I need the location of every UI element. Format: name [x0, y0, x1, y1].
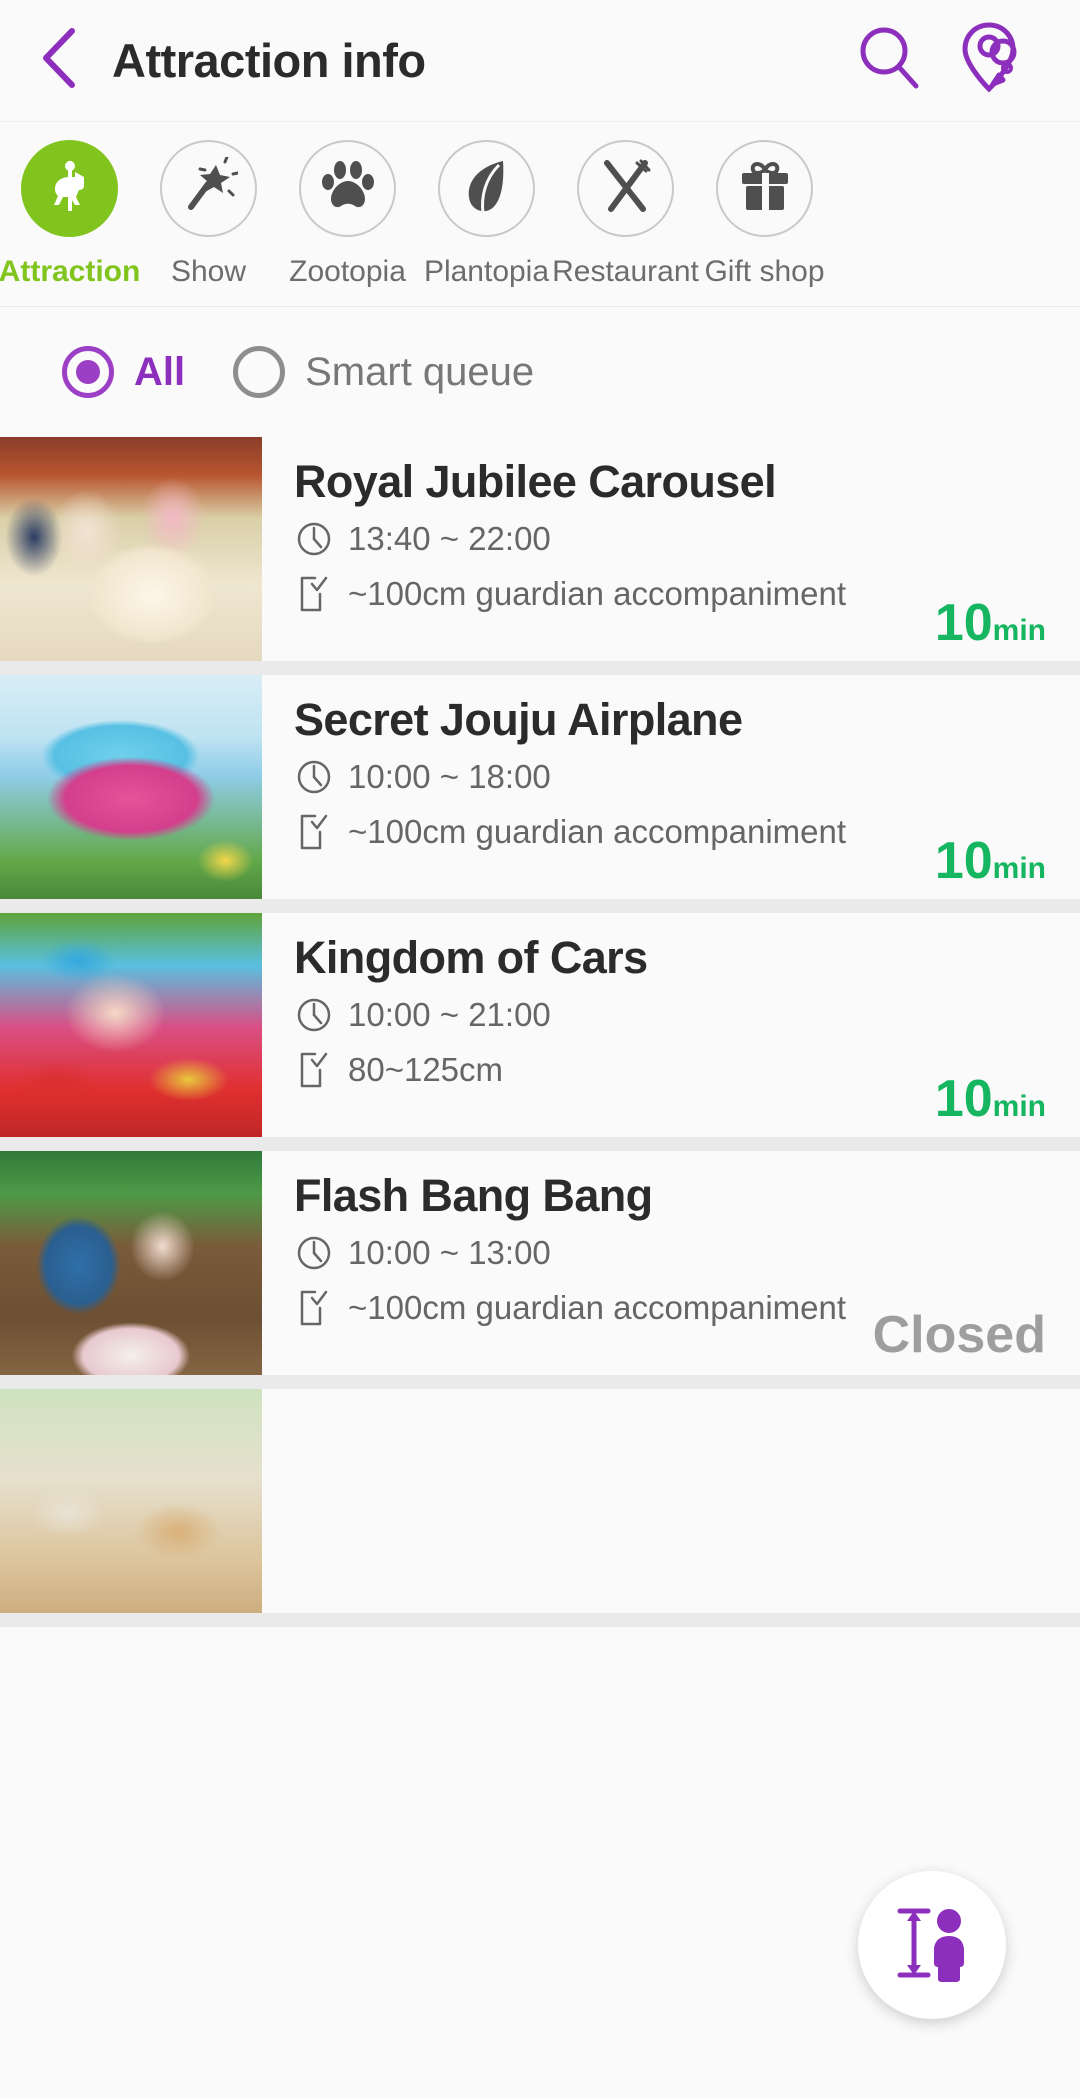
wait-time-value: 10 — [934, 1070, 993, 1128]
attraction-name: Kingdom of Cars — [294, 932, 648, 983]
page-title: Attraction info — [112, 34, 426, 87]
category-label: Zootopia — [289, 255, 406, 288]
attraction-thumbnail — [0, 675, 262, 899]
attraction-restriction: ~100cm guardian accompaniment — [348, 813, 847, 850]
attraction-details: Secret Jouju Airplane 10:00 ~ 18:00 ~100… — [262, 675, 1080, 899]
header-actions — [846, 18, 1080, 104]
magic-wand-icon — [180, 155, 239, 220]
map-button[interactable] — [952, 18, 1038, 104]
category-icon-wrap — [160, 140, 257, 237]
height-rule-icon — [294, 574, 334, 614]
category-tab-show[interactable]: Show — [139, 140, 278, 289]
map-pin-icon — [959, 19, 1031, 102]
category-tab-gift-shop[interactable]: Gift shop — [695, 140, 834, 289]
category-icon-wrap — [21, 140, 118, 237]
category-label: Gift shop — [704, 255, 825, 288]
attraction-hours-row: 10:00 ~ 21:00 — [294, 996, 1046, 1034]
filter-label-all: All — [134, 349, 186, 394]
clock-icon — [294, 1235, 334, 1271]
filter-option-all[interactable]: All — [62, 346, 185, 398]
attraction-restriction: ~100cm guardian accompaniment — [348, 575, 847, 612]
wait-time-unit: min — [992, 1090, 1046, 1123]
wait-time-value: 10 — [934, 594, 993, 652]
search-icon — [853, 22, 925, 99]
category-icon-wrap — [577, 140, 674, 237]
height-rule-icon — [294, 1288, 334, 1328]
attraction-thumbnail — [0, 437, 262, 661]
category-icon-wrap — [438, 140, 535, 237]
attraction-details — [262, 1389, 1080, 1613]
wait-time-badge: 10min — [935, 1069, 1046, 1129]
fork-knife-icon — [597, 157, 655, 220]
wait-time-badge: 10min — [935, 831, 1046, 891]
attraction-hours: 13:40 ~ 22:00 — [348, 520, 551, 557]
height-rule-icon — [294, 812, 334, 852]
clock-icon — [294, 521, 334, 557]
chevron-left-icon — [38, 27, 82, 94]
category-tab-attraction[interactable]: Attraction — [0, 140, 141, 289]
category-tab-plantopia[interactable]: Plantopia — [417, 140, 556, 289]
gift-box-icon — [736, 157, 794, 220]
attraction-details: Flash Bang Bang 10:00 ~ 13:00 ~100cm gua… — [262, 1151, 1080, 1375]
clock-icon — [294, 997, 334, 1033]
attraction-list-item[interactable]: Royal Jubilee Carousel 13:40 ~ 22:00 ~10… — [0, 437, 1080, 675]
search-button[interactable] — [846, 18, 932, 104]
clock-icon — [294, 759, 334, 795]
filter-label-smart-queue: Smart queue — [305, 349, 535, 394]
wait-time-badge: 10min — [935, 593, 1046, 653]
attraction-list-item[interactable] — [0, 1389, 1080, 1627]
attraction-hours: 10:00 ~ 21:00 — [348, 996, 551, 1033]
wait-time-unit: min — [992, 614, 1046, 647]
category-tab-restaurant[interactable]: Restaurant — [552, 140, 699, 289]
leaf-icon — [459, 157, 515, 220]
height-rule-icon — [294, 1050, 334, 1090]
attraction-list-item[interactable]: Flash Bang Bang 10:00 ~ 13:00 ~100cm gua… — [0, 1151, 1080, 1389]
attraction-details: Royal Jubilee Carousel 13:40 ~ 22:00 ~10… — [262, 437, 1080, 661]
category-icon-wrap — [299, 140, 396, 237]
attraction-name: Flash Bang Bang — [294, 1170, 653, 1221]
category-icon-wrap — [716, 140, 813, 237]
attraction-restriction: ~100cm guardian accompaniment — [348, 1289, 847, 1326]
attraction-hours-row: 13:40 ~ 22:00 — [294, 520, 1046, 558]
wait-time-value: 10 — [934, 832, 993, 890]
attraction-list-item[interactable]: Secret Jouju Airplane 10:00 ~ 18:00 ~100… — [0, 675, 1080, 913]
radio-button-smart-queue[interactable] — [233, 346, 286, 398]
attraction-name: Royal Jubilee Carousel — [294, 456, 777, 507]
status-badge: Closed — [872, 1306, 1046, 1364]
attraction-thumbnail — [0, 1151, 262, 1375]
attraction-restriction-row: ~100cm guardian accompaniment — [294, 812, 1046, 852]
attraction-hours-row: 10:00 ~ 13:00 — [294, 1234, 1046, 1272]
app-header: Attraction info — [0, 0, 1080, 122]
category-tab-zootopia[interactable]: Zootopia — [278, 140, 417, 289]
category-label: Attraction — [0, 255, 141, 288]
height-filter-fab[interactable] — [858, 1871, 1006, 2019]
app-screen: Attraction info Attraction Show Zootopia… — [0, 0, 1080, 2098]
attraction-name: Secret Jouju Airplane — [294, 694, 743, 745]
category-tabs[interactable]: Attraction Show Zootopia Plantopia Resta… — [0, 122, 1080, 307]
category-label: Show — [170, 255, 247, 288]
paw-print-icon — [319, 157, 377, 220]
attraction-thumbnail — [0, 1389, 262, 1613]
attraction-thumbnail — [0, 913, 262, 1137]
attraction-hours: 10:00 ~ 18:00 — [348, 758, 551, 795]
radio-dot — [76, 360, 100, 384]
attraction-details: Kingdom of Cars 10:00 ~ 21:00 80~125cm 1… — [262, 913, 1080, 1137]
attraction-restriction-row: ~100cm guardian accompaniment — [294, 574, 1046, 614]
attraction-restriction-row: 80~125cm — [294, 1050, 1046, 1090]
filter-option-smart-queue[interactable]: Smart queue — [233, 346, 534, 398]
filter-bar: All Smart queue — [0, 307, 1080, 437]
attraction-hours: 10:00 ~ 13:00 — [348, 1234, 551, 1271]
attraction-list-item[interactable]: Kingdom of Cars 10:00 ~ 21:00 80~125cm 1… — [0, 913, 1080, 1151]
carousel-horse-icon — [39, 155, 101, 222]
category-label: Restaurant — [552, 255, 699, 288]
wait-time-unit: min — [992, 852, 1046, 885]
radio-dot — [247, 360, 271, 384]
category-label: Plantopia — [423, 255, 550, 288]
attraction-list: Royal Jubilee Carousel 13:40 ~ 22:00 ~10… — [0, 437, 1080, 1627]
radio-button-all[interactable] — [62, 346, 114, 398]
attraction-restriction: 80~125cm — [348, 1051, 504, 1088]
back-button[interactable] — [12, 0, 108, 122]
attraction-hours-row: 10:00 ~ 18:00 — [294, 758, 1046, 796]
height-measure-person-icon — [886, 1897, 978, 1994]
